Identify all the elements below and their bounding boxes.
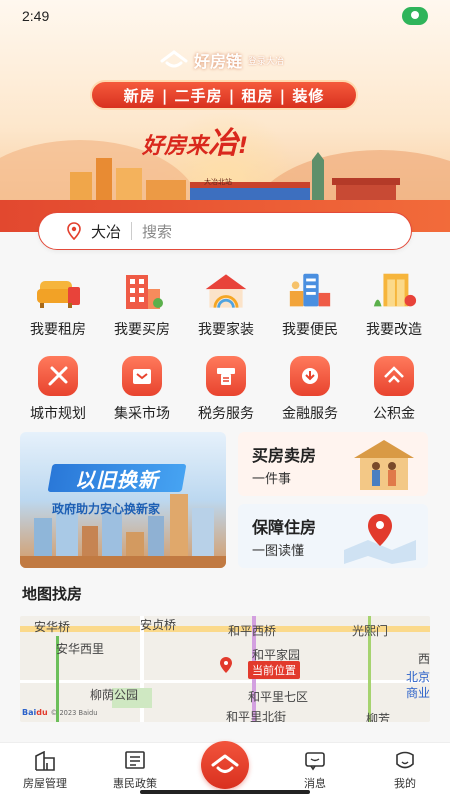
service-label: 城市规划 [30, 406, 86, 422]
service-convenience[interactable]: 我要便民 [268, 268, 352, 339]
market-icon [122, 356, 162, 396]
service-renovate[interactable]: 我要改造 [352, 268, 436, 339]
map-label: 西 [418, 652, 430, 666]
current-position-label: 当前位置 [248, 661, 300, 679]
service-market[interactable]: 集采市场 [100, 356, 184, 423]
fund-icon [374, 356, 414, 396]
tab-label: 消息 [304, 777, 326, 790]
house-people-icon [354, 440, 414, 490]
service-decor[interactable]: 我要家装 [184, 268, 268, 339]
hero-banner[interactable]: 好房链 登录大冶 新房 | 二手房 | 租房 | 装修 好房来冶! 大冶北站 [0, 0, 450, 232]
buy-sell-card[interactable]: 买房卖房 一件事 [238, 432, 428, 496]
home-indicator [140, 790, 310, 794]
brand: 好房链 登录大冶 [160, 48, 284, 72]
sofa-icon [34, 268, 82, 314]
map-label: 柳芳 [366, 712, 391, 722]
tab-label: 房屋管理 [23, 777, 67, 790]
service-finance[interactable]: 金融服务 [268, 356, 352, 423]
brand-name: 好房链 [194, 52, 243, 71]
service-label: 税务服务 [198, 406, 254, 422]
map-attribution-text: © 2023 Baidu [50, 709, 98, 717]
planning-icon [38, 356, 78, 396]
service-rent[interactable]: 我要租房 [16, 268, 100, 339]
service-label: 我要买房 [114, 322, 170, 338]
map-attribution: Baidu © 2023 Baidu [22, 708, 98, 717]
community-icon [286, 268, 334, 314]
brand-logo-icon [160, 50, 188, 68]
service-fund[interactable]: 公积金 [352, 356, 436, 423]
current-location-pin-icon [220, 657, 232, 673]
map-label: 和平西桥 [228, 624, 277, 638]
ribbon-text: 新房 | 二手房 | 租房 | 装修 [123, 86, 325, 105]
service-label: 我要便民 [282, 322, 338, 338]
brand-subtitle: 登录大冶 [248, 56, 285, 67]
map-label: 北京 [406, 670, 430, 684]
map-label: 商业 [406, 686, 430, 700]
housing-title: 保障住房 [252, 518, 317, 537]
location-indicator-icon [402, 7, 428, 25]
service-label: 公积金 [373, 406, 415, 422]
primary-services: 我要租房 我要买房 我要家装 我要便民 我要改造 [16, 268, 436, 339]
buy-sell-title: 买房卖房 [252, 446, 317, 465]
tab-profile[interactable]: 我的 [360, 743, 450, 800]
building-icon [118, 268, 166, 314]
status-time: 2:49 [22, 8, 50, 24]
map-label: 安贞桥 [140, 618, 177, 632]
secondary-services: 城市规划 集采市场 税务服务 金融服务 公积金 [16, 356, 436, 423]
house-rainbow-icon [202, 268, 250, 314]
housing-card[interactable]: 保障住房 一图读懂 [238, 504, 428, 568]
service-label: 我要家装 [198, 322, 254, 338]
map-label: 光熙门 [352, 624, 389, 638]
service-tax[interactable]: 税务服务 [184, 356, 268, 423]
map-section-title: 地图找房 [22, 585, 83, 603]
finance-icon [290, 356, 330, 396]
trade-in-title: 以旧换新 [75, 467, 159, 492]
tax-icon [206, 356, 246, 396]
service-label: 我要租房 [30, 322, 86, 338]
map-label: 柳荫公园 [90, 688, 139, 702]
search-input[interactable]: 搜索 [142, 221, 172, 242]
buy-sell-desc: 一件事 [252, 472, 292, 487]
service-planning[interactable]: 城市规划 [16, 356, 100, 423]
city-selector[interactable]: 大冶 [91, 221, 121, 242]
app-root: 好房链 登录大冶 新房 | 二手房 | 租房 | 装修 好房来冶! 大冶北站 2… [0, 0, 450, 800]
category-ribbon: 新房 | 二手房 | 租房 | 装修 [90, 80, 358, 110]
tab-label: 我的 [394, 777, 416, 790]
message-icon [305, 752, 325, 771]
promo-trade-in-card[interactable]: 以旧换新 政府助力安心换新家 [20, 432, 226, 568]
service-buy[interactable]: 我要买房 [100, 268, 184, 339]
map-label: 和平里七区 [248, 690, 309, 704]
trade-in-subtitle: 政府助力安心换新家 [52, 502, 161, 516]
tab-label: 惠民政策 [113, 777, 157, 790]
policy-icon [125, 751, 145, 769]
service-label: 集采市场 [114, 406, 170, 422]
service-label: 我要改造 [366, 322, 422, 338]
trade-in-badge: 以旧换新 [47, 464, 187, 492]
map-pin-icon [344, 514, 416, 564]
service-label: 金融服务 [282, 406, 338, 422]
elevator-renovation-icon [370, 268, 418, 314]
station-sign: 大冶北站 [204, 178, 232, 186]
location-pin-icon [67, 222, 81, 240]
status-bar: 2:49 [0, 0, 450, 32]
map-label: 安华西里 [56, 642, 105, 656]
housing-desc: 一图读懂 [252, 544, 305, 559]
tab-house-manage[interactable]: 房屋管理 [0, 743, 90, 800]
map-label: 和平里北街 [226, 710, 287, 722]
house-manage-icon [35, 751, 55, 771]
map-view[interactable]: 安华桥 安贞桥 和平西桥 光熙门 安华西里 和平家园 柳荫公园 和平里七区 和平… [20, 616, 430, 722]
search-divider [131, 222, 133, 240]
home-center-icon [201, 741, 249, 789]
profile-icon [396, 751, 414, 769]
search-bar[interactable]: 大冶 搜索 [38, 212, 412, 250]
map-label: 安华桥 [34, 620, 71, 634]
